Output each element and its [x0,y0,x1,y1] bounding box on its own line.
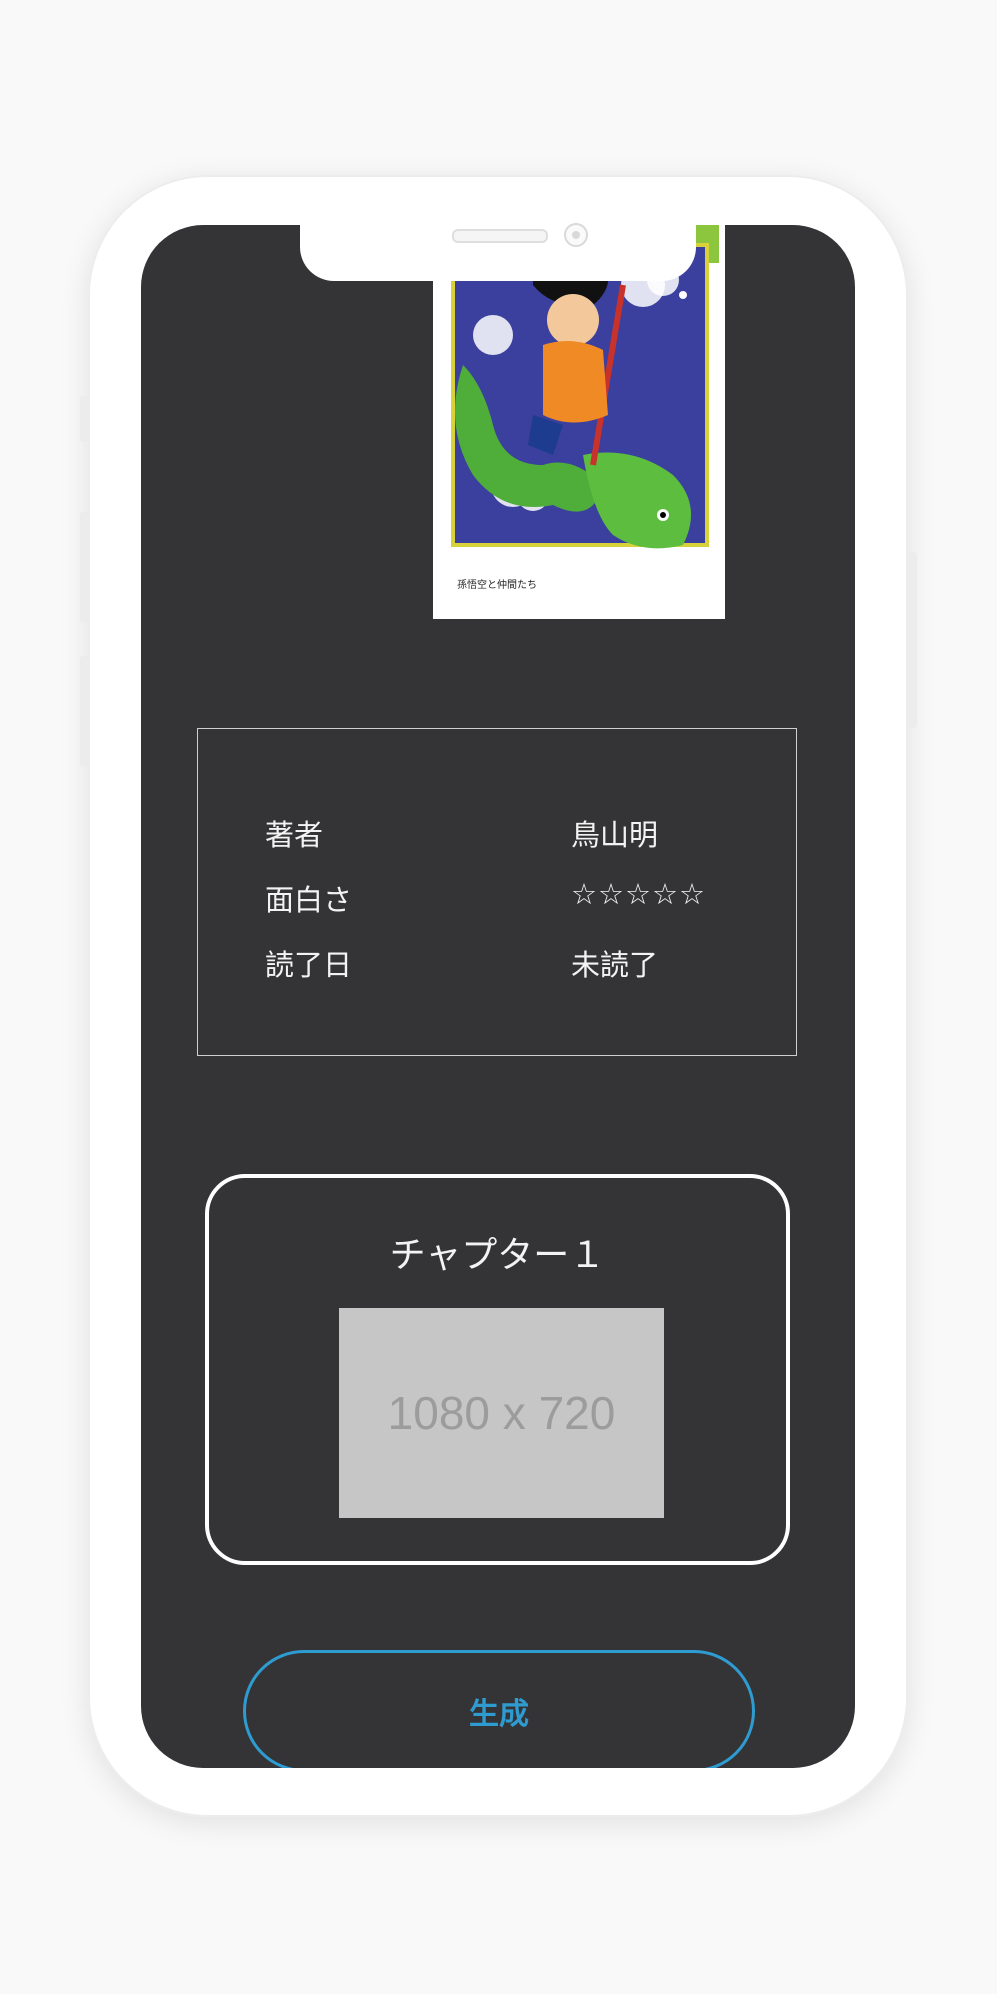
cover-caption: 孫悟空と仲間たち [457,580,537,591]
finished-date-label: 読了日 [265,948,353,982]
book-info-panel: 著者 鳥山明 面白さ ☆☆☆☆☆ 読了日 未読了 [197,728,797,1056]
finished-date-value: 未読了 [571,948,659,982]
front-camera-icon [564,223,588,247]
app-screen: 孫悟空と仲間たち 著者 鳥山明 面白さ ☆☆☆☆☆ 読了日 未読了 チャプター１… [141,225,855,1768]
author-value: 鳥山明 [571,818,659,852]
chapter-image-placeholder: 1080 x 720 [339,1308,664,1518]
book-cover-image: 孫悟空と仲間たち [433,225,725,619]
mute-switch [80,396,88,442]
rating-stars[interactable]: ☆☆☆☆☆ [571,877,706,911]
chapter-card[interactable]: チャプター１ 1080 x 720 [205,1174,790,1565]
volume-up-button [80,512,88,622]
chapter-title: チャプター１ [389,1235,606,1276]
cover-artwork [433,225,725,619]
author-label: 著者 [265,818,324,852]
info-row-finished-date: 読了日 未読了 [198,942,796,982]
power-button [909,552,917,728]
info-row-author: 著者 鳥山明 [198,812,796,852]
info-row-rating: 面白さ ☆☆☆☆☆ [198,877,796,917]
generate-button[interactable]: 生成 [243,1650,755,1768]
volume-down-button [80,656,88,766]
rating-label: 面白さ [265,883,353,917]
speaker-grille-icon [452,229,548,243]
